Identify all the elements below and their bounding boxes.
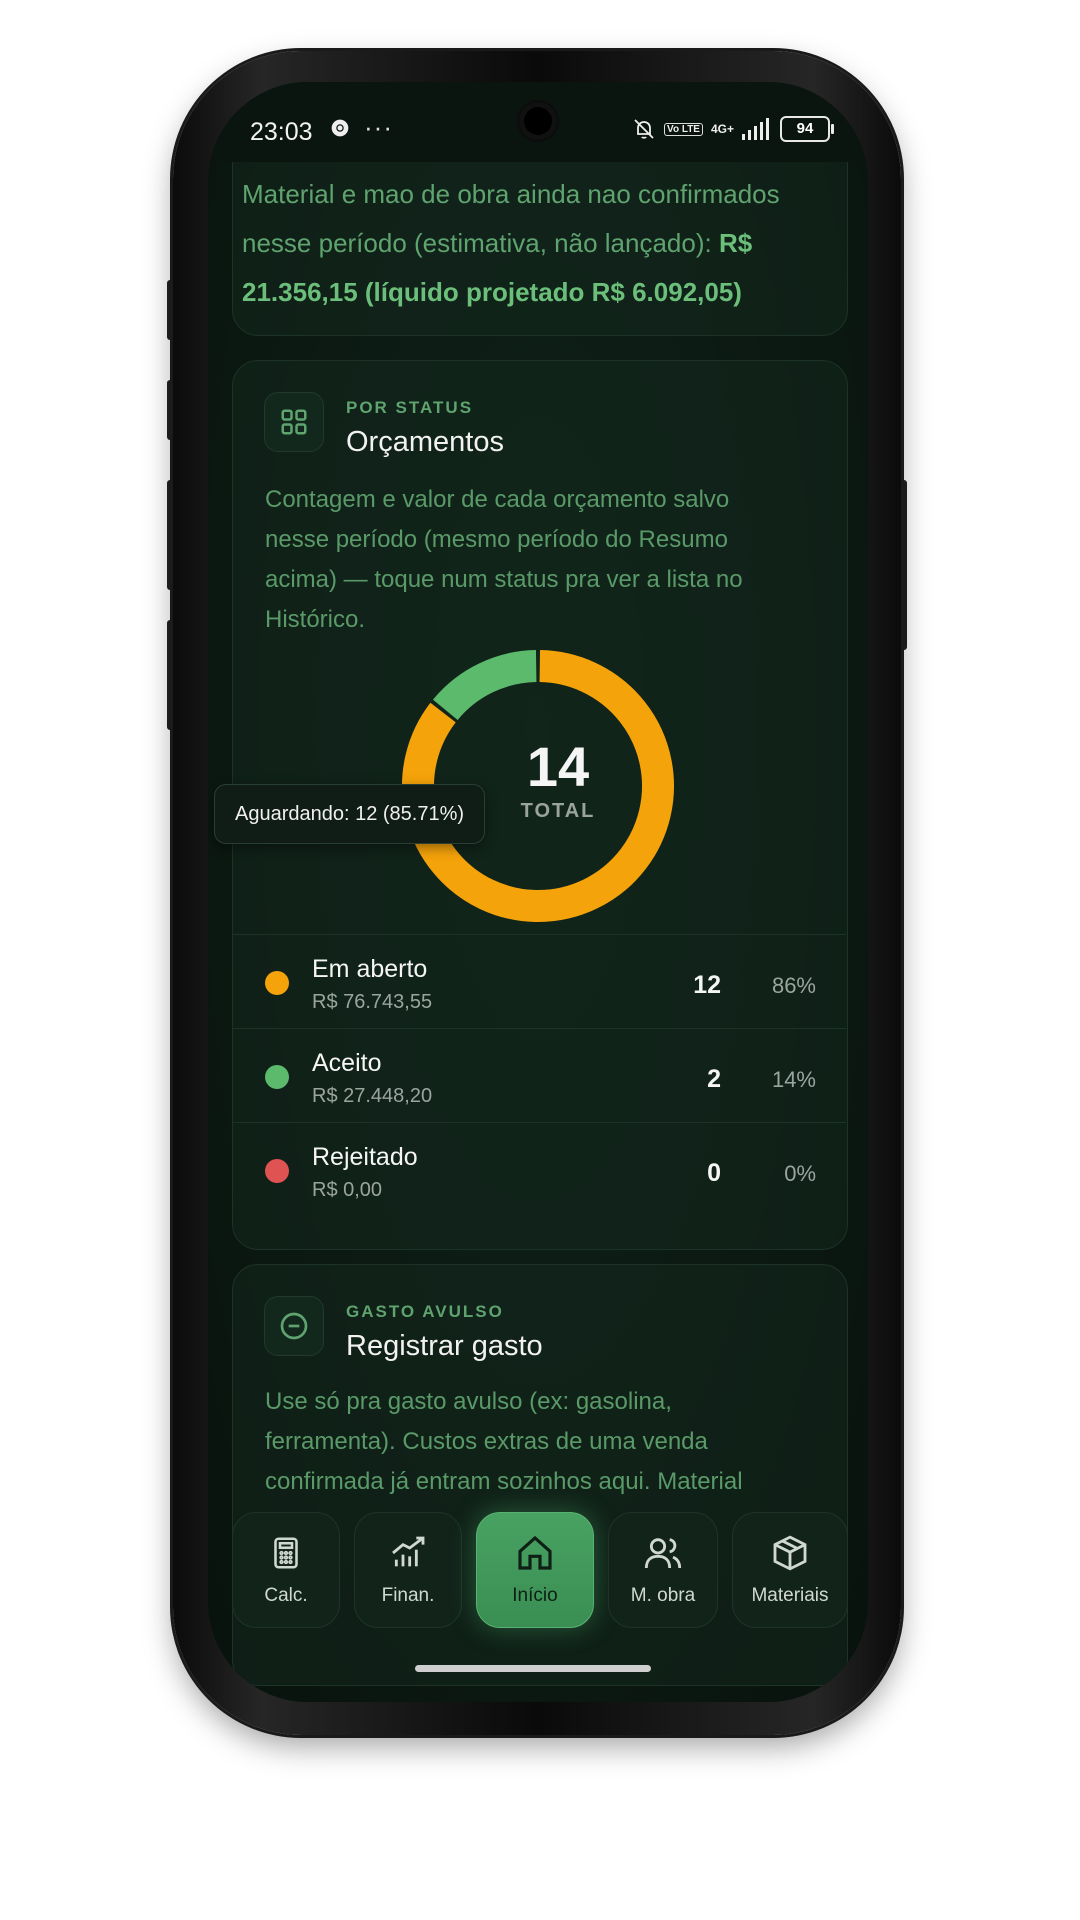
- nav-labor[interactable]: M. obra: [608, 1512, 718, 1628]
- chart-tooltip: Aguardando: 12 (85.71%): [214, 784, 486, 844]
- nav-calc-label: Calc.: [264, 1585, 308, 1606]
- status-more-dots: ···: [364, 112, 393, 142]
- status-count: 2: [707, 1065, 721, 1093]
- status-percent: 0%: [784, 1161, 816, 1186]
- status-percent: 14%: [771, 1067, 816, 1092]
- phone-side-button: [167, 280, 173, 340]
- battery-indicator: 94: [780, 116, 834, 142]
- box-icon: [773, 1535, 807, 1571]
- status-name: Aceito: [312, 1049, 382, 1077]
- chart-icon: [392, 1536, 425, 1567]
- donut-total-label: TOTAL: [520, 800, 596, 822]
- status-percent: 86%: [771, 973, 816, 998]
- status-color-dot: [265, 971, 289, 995]
- expense-card-icon-box: [264, 1296, 324, 1356]
- status-color-dot: [265, 1159, 289, 1183]
- network-type: 4G+: [710, 122, 734, 136]
- status-value: R$ 76.743,55: [312, 991, 433, 1013]
- status-color-dot: [265, 1065, 289, 1089]
- status-value: R$ 0,00: [312, 1179, 383, 1201]
- expense-card-eyebrow: GASTO AVULSO: [346, 1302, 504, 1321]
- front-camera: [519, 102, 557, 140]
- status-count: 12: [693, 971, 721, 999]
- nav-calc[interactable]: Calc.: [232, 1512, 340, 1628]
- nav-materials-label: Materiais: [751, 1585, 829, 1606]
- status-count: 0: [707, 1159, 721, 1187]
- nav-home[interactable]: Início: [476, 1512, 594, 1628]
- donut-total-value: 14: [526, 735, 590, 798]
- status-donut-chart[interactable]: [208, 82, 868, 1042]
- status-name: Rejeitado: [312, 1143, 418, 1171]
- nav-home-label: Início: [512, 1585, 558, 1606]
- phone-side-button: [167, 620, 173, 730]
- minus-circle-icon: [280, 1312, 308, 1340]
- phone-side-button: [167, 380, 173, 440]
- calculator-icon: [274, 1537, 298, 1569]
- status-value: R$ 27.448,20: [312, 1085, 433, 1107]
- donut-slice-aceito[interactable]: [432, 650, 537, 721]
- nav-materials[interactable]: Materiais: [732, 1512, 848, 1628]
- status-time: 23:03: [250, 118, 313, 146]
- expense-card-title: Registrar gasto: [346, 1330, 543, 1362]
- phone-side-button: [901, 480, 907, 650]
- status-bar: 23:03 ··· Vo LTE 4G+ 94: [208, 82, 868, 162]
- status-row[interactable]: Em aberto R$ 76.743,55 12 86%: [232, 934, 846, 1029]
- status-name: Em aberto: [312, 955, 428, 983]
- nav-finance-label: Finan.: [381, 1585, 435, 1606]
- signal-icon: [742, 118, 769, 140]
- home-indicator[interactable]: [415, 1665, 651, 1672]
- bottom-nav: Calc. Finan. Início M. obra Materiais: [232, 1512, 848, 1628]
- status-icons: Vo LTE 4G+ 94: [632, 116, 834, 142]
- status-row[interactable]: Rejeitado R$ 0,00 0 0%: [232, 1122, 846, 1217]
- bell-off-icon: [634, 119, 654, 139]
- expense-card-description: Use só pra gasto avulso (ex: gasolina, f…: [265, 1388, 743, 1495]
- chrome-icon: [331, 119, 349, 137]
- nav-finance[interactable]: Finan.: [354, 1512, 462, 1628]
- volte-indicator: Vo LTE: [664, 122, 703, 136]
- nav-labor-label: M. obra: [630, 1585, 696, 1606]
- phone-side-button: [167, 480, 173, 590]
- screen: Material e mao de obra ainda nao confirm…: [208, 82, 868, 1702]
- users-icon: [644, 1538, 682, 1569]
- home-icon: [518, 1535, 552, 1570]
- status-row[interactable]: Aceito R$ 27.448,20 2 14%: [232, 1028, 846, 1123]
